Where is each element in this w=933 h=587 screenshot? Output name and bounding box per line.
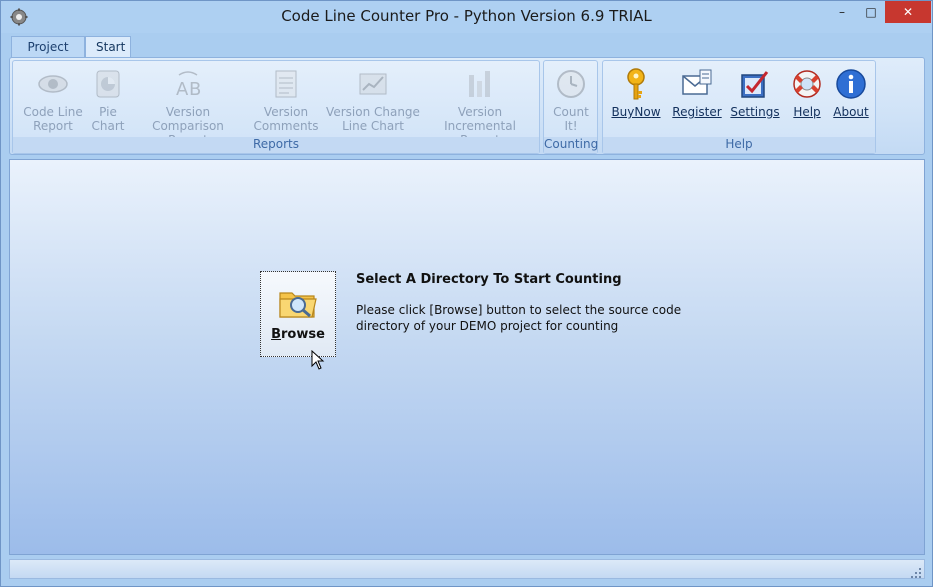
settings-label: Settings: [730, 105, 780, 119]
svg-text:A: A: [176, 79, 189, 100]
ribbon: Code Line Report Pie Chart A B Version C…: [9, 57, 925, 155]
settings-check-icon: [741, 71, 769, 98]
main-content-area: Browse Select A Directory To Start Count…: [9, 159, 925, 555]
code-line-report-label-2: Report: [33, 119, 73, 133]
app-window: Code Line Counter Pro - Python Version 6…: [0, 0, 933, 587]
version-change-label-1: Version Change: [326, 105, 420, 119]
minimize-icon: –: [839, 5, 845, 19]
lifebuoy-icon: [793, 70, 821, 98]
version-incremental-label-1: Version: [457, 105, 503, 119]
tab-project[interactable]: Project: [11, 36, 85, 58]
ab-compare-icon: A B: [176, 71, 201, 100]
maximize-icon: □: [865, 5, 877, 19]
clock-icon: [557, 70, 585, 98]
pie-chart-button[interactable]: Pie Chart: [87, 67, 129, 137]
tab-start[interactable]: Start: [85, 36, 131, 58]
help-button[interactable]: Help: [785, 67, 829, 137]
maximize-button[interactable]: □: [857, 1, 885, 23]
minimize-button[interactable]: –: [827, 1, 857, 23]
pie-chart-label-1: Pie: [99, 105, 117, 119]
browse-label: Browse: [261, 327, 335, 342]
version-comments-label-1: Version: [263, 105, 309, 119]
ribbon-group-reports: Code Line Report Pie Chart A B Version C…: [12, 60, 540, 154]
version-comments-label-2: Comments: [253, 119, 319, 133]
browse-label-rest: rowse: [281, 327, 325, 342]
key-icon: [627, 68, 645, 100]
count-it-button[interactable]: Count It!: [546, 67, 596, 137]
line-chart-icon: [359, 73, 387, 95]
count-it-label-1: Count: [553, 105, 589, 119]
instruction-line-1: Please click [Browse] button to select t…: [356, 303, 682, 317]
bar-chart-icon: [469, 71, 490, 97]
close-button[interactable]: ✕: [885, 1, 931, 23]
register-envelope-icon: [682, 69, 712, 95]
title-bar[interactable]: Code Line Counter Pro - Python Version 6…: [1, 1, 932, 33]
settings-button[interactable]: Settings: [727, 67, 783, 137]
ribbon-group-help: BuyNow Register Settings Help About Help: [602, 60, 876, 154]
mouse-pointer-icon: [311, 350, 325, 370]
about-button[interactable]: About: [829, 67, 873, 137]
count-it-label-2: It!: [564, 119, 578, 133]
status-bar: [9, 559, 925, 579]
resize-grip-icon[interactable]: [909, 566, 923, 580]
version-comparison-report-button[interactable]: A B Version Comparison Report: [131, 67, 245, 147]
about-label: About: [833, 105, 869, 119]
info-icon: [836, 69, 866, 99]
svg-text:B: B: [189, 79, 201, 100]
folder-search-icon: [279, 292, 317, 318]
ribbon-group-label-counting: Counting: [544, 137, 599, 153]
ribbon-group-label-help: Help: [603, 137, 875, 153]
browse-accel-key: B: [271, 327, 281, 342]
notepad-icon: [275, 70, 297, 98]
version-change-label-2: Line Chart: [342, 119, 404, 133]
pie-chart-icon: [96, 70, 120, 98]
register-button[interactable]: Register: [667, 67, 727, 137]
help-label: Help: [793, 105, 821, 119]
code-line-report-label-1: Code Line: [23, 105, 83, 119]
buynow-label: BuyNow: [611, 105, 661, 119]
ribbon-group-label-reports: Reports: [13, 137, 539, 153]
instruction-title: Select A Directory To Start Counting: [356, 272, 622, 287]
code-line-report-button[interactable]: Code Line Report: [19, 67, 87, 137]
buynow-button[interactable]: BuyNow: [607, 67, 665, 137]
close-icon: ✕: [902, 5, 914, 19]
register-label: Register: [672, 105, 722, 119]
eye-icon: [38, 75, 68, 93]
version-change-line-chart-button[interactable]: Version Change Line Chart: [325, 67, 421, 137]
version-incremental-report-button[interactable]: Version Incremental Report: [423, 67, 537, 147]
version-comments-button[interactable]: Version Comments: [249, 67, 323, 137]
ribbon-tab-strip: Project Start: [1, 33, 932, 58]
instruction-line-2: directory of your DEMO project for count…: [356, 319, 619, 333]
window-title: Code Line Counter Pro - Python Version 6…: [281, 7, 652, 25]
instruction-text: Please click [Browse] button to select t…: [356, 302, 696, 334]
pie-chart-label-2: Chart: [91, 119, 125, 133]
browse-button[interactable]: Browse: [260, 271, 336, 357]
version-comparison-label-1: Version: [165, 105, 211, 119]
ribbon-group-counting: Count It! Counting: [543, 60, 598, 154]
